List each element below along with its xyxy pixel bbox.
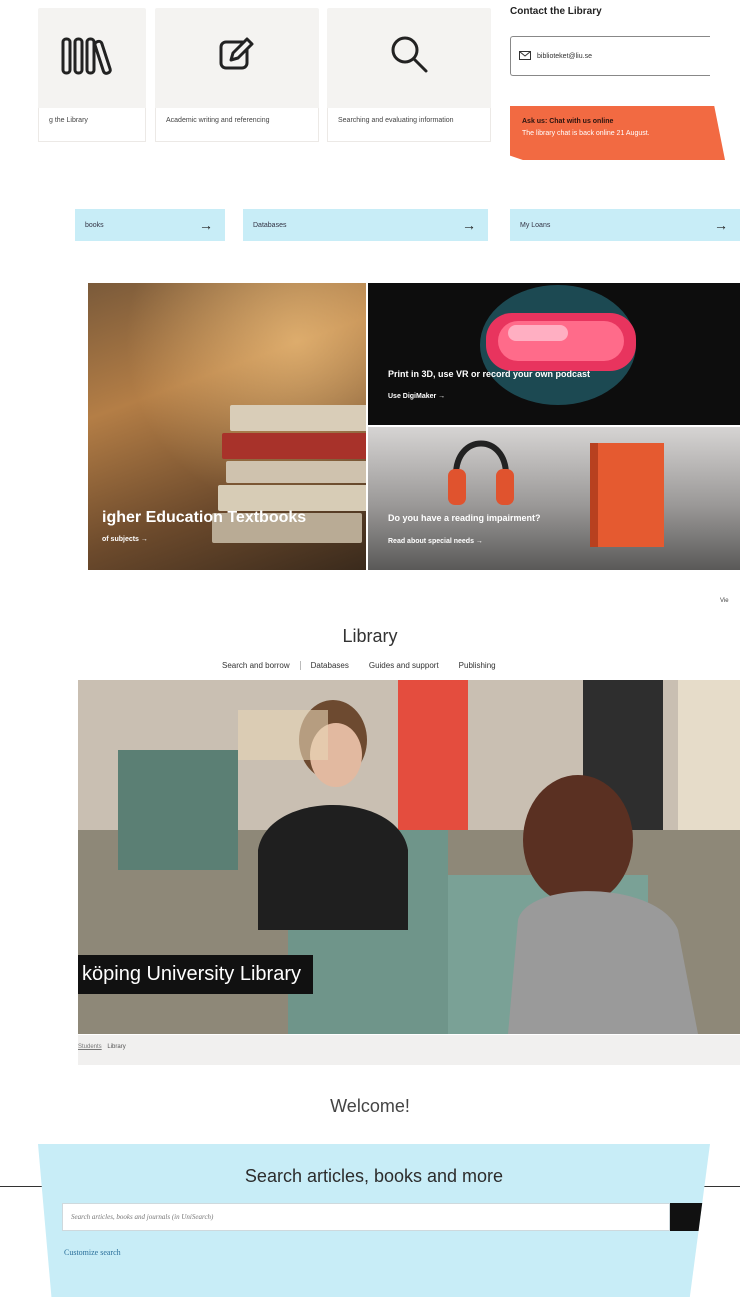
promo-link[interactable]: Use DigiMaker → (388, 393, 445, 400)
welcome-heading: Welcome! (330, 1096, 410, 1116)
promo-textbooks[interactable]: igher Education Textbooks of subjects → (88, 283, 366, 570)
nav-item-databases[interactable]: Databases (301, 661, 359, 670)
hero-caption: köping University Library (78, 955, 313, 994)
quick-link-library[interactable]: g the Library (38, 8, 146, 142)
hero-image: köping University Library (78, 680, 740, 1034)
arrow-right-icon: → (199, 217, 213, 233)
breadcrumb: Students Library (78, 1035, 740, 1065)
vr-headset-illustration (480, 285, 636, 405)
search-input[interactable]: Search articles, books and journals (in … (62, 1203, 670, 1231)
page-title: Library (342, 626, 398, 646)
books-icon (61, 37, 112, 75)
contact-email-text: biblioteket@liu.se (537, 52, 592, 60)
shortcut-label: Databases (253, 221, 287, 229)
search-panel: Search articles, books and more Search a… (38, 1144, 710, 1297)
breadcrumb-link-students[interactable]: Students (78, 1044, 102, 1050)
promo-special-needs[interactable]: Do you have a reading impairment? Read a… (368, 427, 740, 570)
promo-link[interactable]: of subjects → (102, 536, 148, 543)
promo-title: Do you have a reading impairment? (388, 513, 541, 523)
ask-us-chat-box[interactable]: Ask us: Chat with us online The library … (510, 106, 725, 160)
shortcut-label: books (85, 221, 104, 229)
contact-email-link[interactable]: biblioteket@liu.se (510, 36, 710, 76)
promo-title: igher Education Textbooks (102, 509, 307, 526)
pencil-square-icon (219, 37, 254, 70)
shortcut-books[interactable]: books → (75, 209, 225, 241)
book-stack (218, 485, 366, 511)
shortcut-my-loans[interactable]: My Loans → (510, 209, 740, 241)
shortcut-label: My Loans (520, 221, 551, 229)
book-stack (226, 461, 366, 483)
envelope-icon (519, 50, 531, 62)
headphones-and-book-illustration (448, 440, 664, 547)
promo-link[interactable]: Read about special needs → (388, 538, 483, 545)
quick-link-searching[interactable]: Searching and evaluating information (327, 8, 491, 142)
library-nav: Search and borrow Databases Guides and s… (212, 661, 506, 670)
book-stack (222, 433, 366, 459)
quick-link-label: Academic writing and referencing (155, 108, 319, 142)
search-button[interactable] (670, 1203, 710, 1231)
ask-us-title: Ask us: Chat with us online (522, 118, 614, 125)
nav-item-search-and-borrow[interactable]: Search and borrow (212, 661, 301, 670)
quick-link-academic-writing[interactable]: Academic writing and referencing (155, 8, 319, 142)
ask-us-subtitle: The library chat is back online 21 Augus… (522, 130, 650, 137)
quick-link-label: g the Library (38, 108, 146, 142)
nav-item-guides-and-support[interactable]: Guides and support (359, 661, 449, 670)
promo-digimaker[interactable]: Print in 3D, use VR or record your own p… (368, 283, 740, 425)
promo-title: Print in 3D, use VR or record your own p… (388, 369, 591, 379)
arrow-right-icon: → (714, 217, 728, 233)
search-icon (391, 36, 428, 73)
quick-link-label: Searching and evaluating information (327, 108, 491, 142)
nav-item-publishing[interactable]: Publishing (449, 661, 506, 670)
customize-search-link[interactable]: Customize search (64, 1248, 121, 1257)
search-title: Search articles, books and more (244, 1166, 504, 1186)
contact-title: Contact the Library (510, 6, 602, 17)
view-all-link[interactable]: Vie (720, 598, 729, 604)
shortcut-databases[interactable]: Databases → (243, 209, 488, 241)
arrow-right-icon: → (462, 217, 476, 233)
breadcrumb-current: Library (107, 1044, 126, 1050)
book-stack (230, 405, 366, 431)
